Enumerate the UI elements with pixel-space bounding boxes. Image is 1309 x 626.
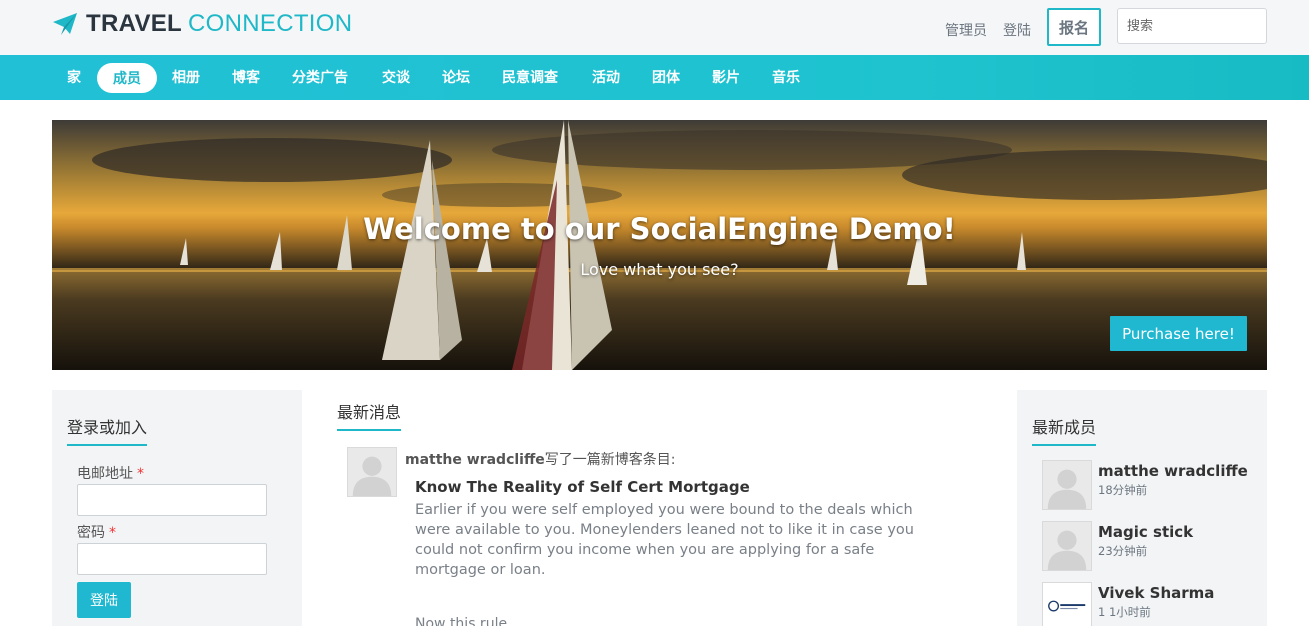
nav-item-blogs[interactable]: 博客	[232, 67, 260, 87]
login-panel: 登录或加入 电邮地址 * 密码 * 登陆	[52, 390, 302, 626]
required-mark: *	[109, 525, 116, 541]
member-item[interactable]: Magic stick 23分钟前	[1042, 521, 1267, 571]
member-joined-time: 18分钟前	[1098, 483, 1148, 497]
member-name[interactable]: matthe wradcliffe	[1098, 462, 1248, 480]
nav-item-home[interactable]: 家	[67, 67, 81, 87]
hero-banner: Welcome to our SocialEngine Demo! Love w…	[52, 120, 1267, 370]
default-user-icon[interactable]	[1042, 521, 1092, 571]
member-joined-time: 23分钟前	[1098, 544, 1148, 558]
admin-link[interactable]: 管理员	[945, 20, 987, 40]
email-label: 电邮地址 *	[77, 466, 144, 482]
feed-post-more: Now this rule	[415, 616, 508, 626]
nav-item-music[interactable]: 音乐	[772, 67, 800, 87]
nav-item-events[interactable]: 活动	[592, 67, 620, 87]
login-link[interactable]: 登陆	[1003, 20, 1031, 40]
default-user-icon[interactable]	[1042, 460, 1092, 510]
password-label: 密码 *	[77, 525, 116, 541]
nav-item-groups[interactable]: 团体	[652, 67, 680, 87]
purchase-button[interactable]: Purchase here!	[1110, 316, 1247, 351]
feed-action-text: 写了一篇新博客条目:	[544, 452, 676, 468]
site-logo[interactable]: TRAVEL CONNECTION	[52, 10, 352, 38]
banner-subtitle: Love what you see?	[580, 260, 739, 279]
newest-members-panel: 最新成员 matthe wradcliffe 18分钟前 Magic stick…	[1017, 390, 1267, 626]
logo-text-bold: TRAVEL	[86, 10, 183, 37]
login-panel-title: 登录或加入	[67, 414, 148, 446]
nav-item-videos[interactable]: 影片	[712, 67, 740, 87]
member-item[interactable]: matthe wradcliffe 18分钟前	[1042, 460, 1267, 510]
required-mark: *	[137, 466, 144, 482]
top-header: TRAVEL CONNECTION 管理员 登陆 报名	[0, 0, 1309, 55]
feed-post-title[interactable]: Know The Reality of Self Cert Mortgage	[415, 478, 750, 496]
member-item[interactable]: Vivek Sharma 1 1小时前	[1042, 582, 1267, 626]
main-nav: 家 成员 相册 博客 分类广告 交谈 论坛 民意调查 活动 团体 影片 音乐	[0, 55, 1309, 100]
email-field[interactable]	[77, 484, 267, 516]
default-user-icon[interactable]	[347, 447, 397, 497]
signup-button[interactable]: 报名	[1047, 8, 1101, 46]
search-input[interactable]	[1117, 8, 1267, 44]
feed-item-header: matthe wradcliffe写了一篇新博客条目:	[405, 449, 676, 469]
nav-item-classifieds[interactable]: 分类广告	[292, 67, 348, 87]
feed-author-link[interactable]: matthe wradcliffe	[405, 452, 545, 468]
nav-item-polls[interactable]: 民意调查	[502, 67, 558, 87]
paper-plane-icon	[53, 13, 77, 35]
logo-text-light: CONNECTION	[188, 10, 353, 37]
feed-post-excerpt: Earlier if you were self employed you we…	[415, 502, 914, 578]
password-field[interactable]	[77, 543, 267, 575]
login-submit-button[interactable]: 登陆	[77, 582, 131, 618]
nav-item-members[interactable]: 成员	[97, 63, 157, 93]
member-name[interactable]: Magic stick	[1098, 523, 1193, 541]
nav-item-forum[interactable]: 论坛	[442, 67, 470, 87]
vs-logo-avatar[interactable]	[1042, 582, 1092, 626]
nav-item-chat[interactable]: 交谈	[382, 67, 410, 87]
member-joined-time: 1 1小时前	[1098, 605, 1151, 619]
feed-title: 最新消息	[337, 399, 402, 431]
member-name[interactable]: Vivek Sharma	[1098, 584, 1214, 602]
nav-item-albums[interactable]: 相册	[172, 67, 200, 87]
members-panel-title: 最新成员	[1032, 414, 1097, 446]
banner-title: Welcome to our SocialEngine Demo!	[363, 212, 956, 246]
